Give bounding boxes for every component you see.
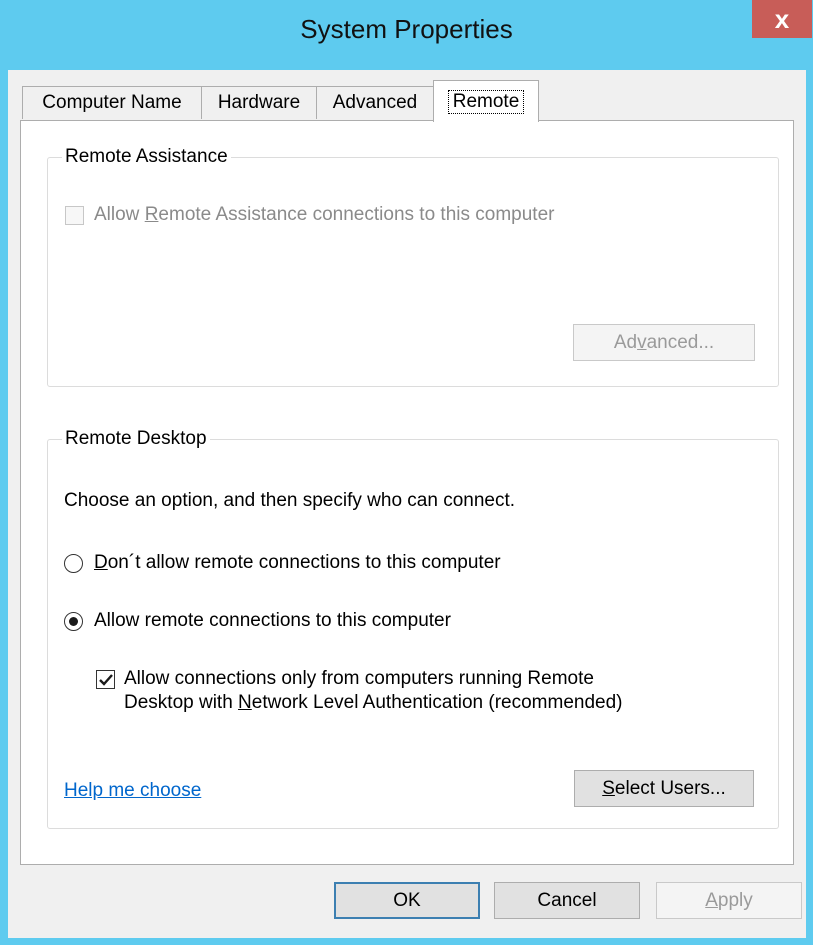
window-title: System Properties bbox=[300, 14, 513, 44]
dialog-client-area: Computer Name Hardware Advanced Remote R… bbox=[8, 70, 806, 938]
apply-button[interactable]: Apply bbox=[656, 882, 802, 919]
select-users-button[interactable]: Select Users... bbox=[574, 770, 754, 807]
radio-selected-dot bbox=[69, 617, 78, 626]
nla-label-line1[interactable]: Allow connections only from computers ru… bbox=[124, 668, 594, 690]
allow-remote-label[interactable]: Allow remote connections to this compute… bbox=[94, 610, 451, 632]
close-button[interactable]: x bbox=[752, 0, 812, 38]
ok-button[interactable]: OK bbox=[334, 882, 480, 919]
help-me-choose-link[interactable]: Help me choose bbox=[64, 780, 201, 802]
instruction-text: Choose an option, and then specify who c… bbox=[64, 490, 516, 511]
tab-computer-name[interactable]: Computer Name bbox=[22, 86, 202, 119]
dont-allow-label[interactable]: Don´t allow remote connections to this c… bbox=[94, 552, 501, 574]
allow-remote-assistance-label[interactable]: Allow Remote Assistance connections to t… bbox=[94, 204, 554, 226]
dont-allow-radio[interactable] bbox=[64, 554, 83, 573]
allow-remote-radio[interactable] bbox=[64, 612, 83, 631]
cancel-button[interactable]: Cancel bbox=[494, 882, 640, 919]
group-legend: Remote Desktop bbox=[62, 428, 210, 450]
tab-label: Computer Name bbox=[42, 92, 182, 113]
close-icon: x bbox=[774, 4, 790, 34]
tab-hardware[interactable]: Hardware bbox=[201, 86, 317, 119]
title-bar[interactable]: System Properties x bbox=[0, 0, 813, 70]
remote-assistance-group: Remote Assistance Allow Remote Assistanc… bbox=[47, 146, 779, 387]
nla-label-line2[interactable]: Desktop with Network Level Authenticatio… bbox=[124, 692, 622, 714]
tab-label: Hardware bbox=[217, 92, 301, 113]
tab-label: Advanced bbox=[332, 92, 418, 113]
tab-remote[interactable]: Remote bbox=[433, 80, 539, 122]
remote-tab-panel: Remote Assistance Allow Remote Assistanc… bbox=[20, 120, 794, 865]
remote-desktop-group: Remote Desktop Choose an option, and the… bbox=[47, 428, 779, 829]
nla-checkbox[interactable] bbox=[96, 670, 115, 689]
group-legend: Remote Assistance bbox=[62, 146, 231, 168]
allow-remote-assistance-checkbox[interactable] bbox=[65, 206, 84, 225]
tab-label: Remote bbox=[447, 89, 525, 114]
tab-strip: Computer Name Hardware Advanced Remote bbox=[8, 70, 806, 122]
system-properties-window: System Properties x Computer Name Hardwa… bbox=[0, 0, 813, 945]
tab-advanced[interactable]: Advanced bbox=[316, 86, 434, 119]
advanced-button[interactable]: Ad v anced... bbox=[573, 324, 755, 361]
checkmark-icon bbox=[99, 674, 113, 686]
